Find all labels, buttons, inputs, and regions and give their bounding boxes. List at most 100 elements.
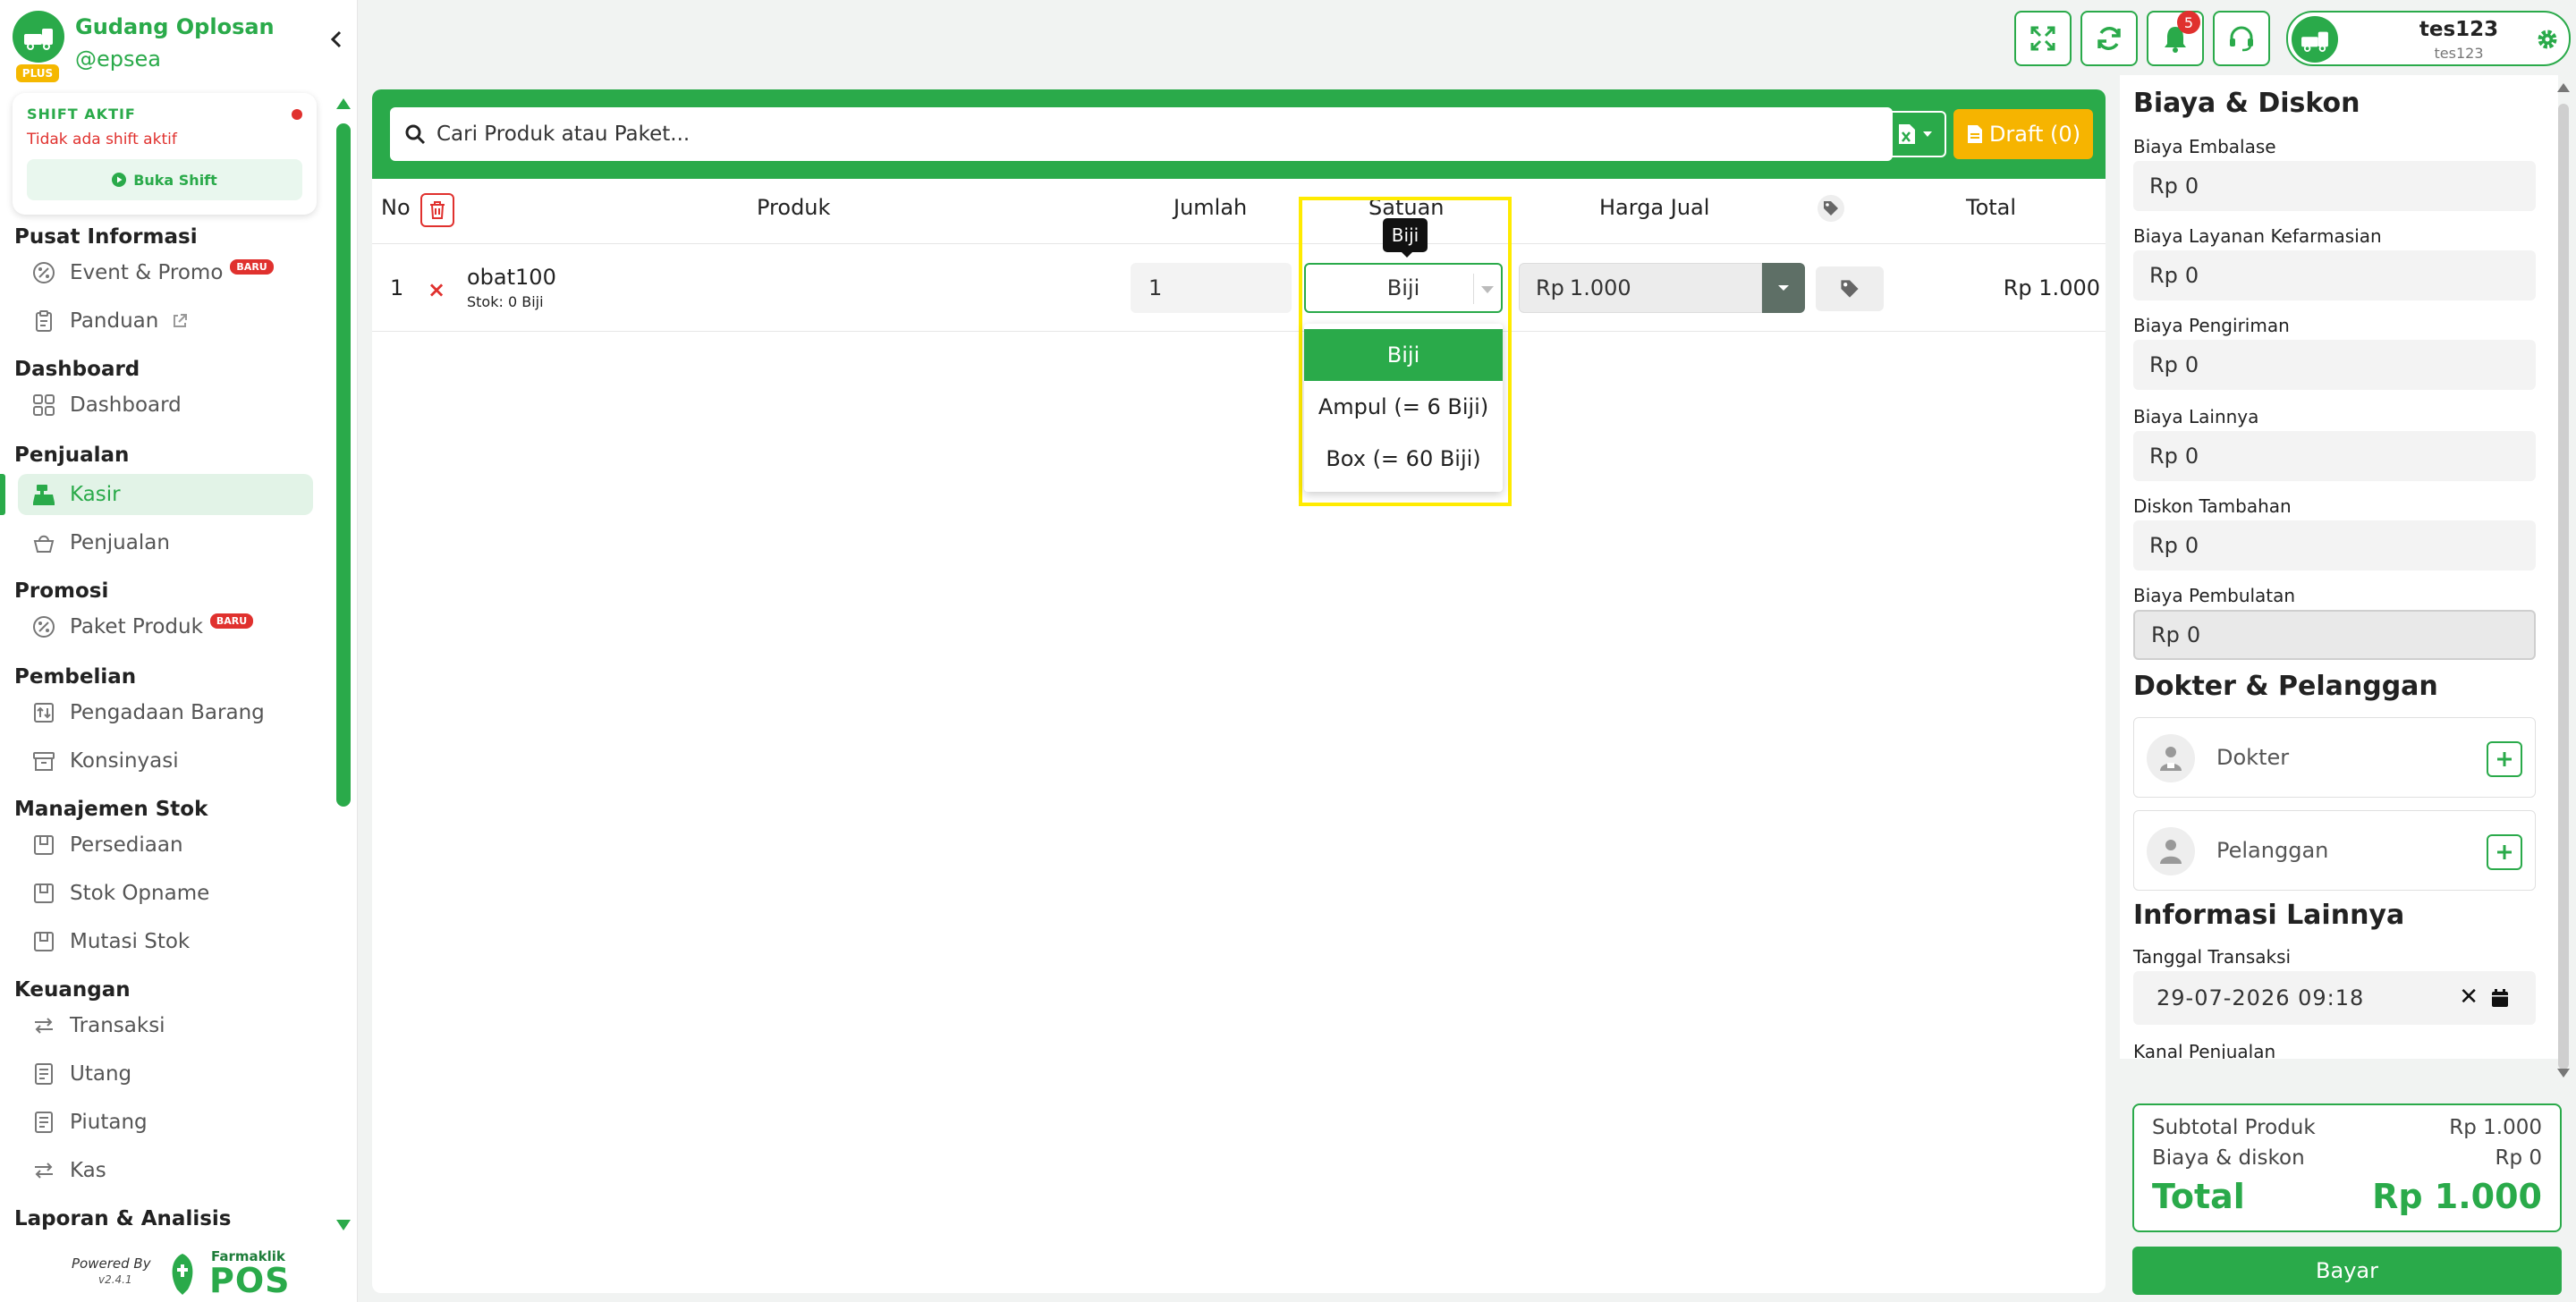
powered-by-text: Powered By	[72, 1256, 151, 1272]
currency-prefix: Rp	[2149, 263, 2178, 288]
nav-section-info: Pusat Informasi	[14, 225, 198, 249]
percent-icon	[30, 259, 57, 286]
basket-icon	[30, 529, 57, 556]
ledger-icon	[30, 1109, 57, 1136]
box-icon	[30, 928, 57, 955]
scroll-down-icon[interactable]	[2556, 1068, 2571, 1078]
notifications-button[interactable]: 5	[2147, 11, 2204, 66]
expand-icon	[2029, 25, 2056, 52]
sidebar-item-kasir[interactable]: Kasir	[18, 474, 313, 515]
sidebar-item-pengadaan-barang[interactable]: Pengadaan Barang	[18, 692, 313, 733]
scroll-down-icon[interactable]	[333, 1216, 354, 1234]
chevron-down-icon	[1922, 131, 1933, 138]
sidebar-scroll-thumb[interactable]	[336, 123, 351, 807]
farmaklik-logo-icon	[165, 1250, 200, 1297]
currency-prefix: Rp	[2149, 444, 2178, 469]
sidebar-item-stok-opname[interactable]: Stok Opname	[18, 873, 313, 914]
remove-item-button[interactable]: ×	[428, 277, 445, 302]
price-value: 1.000	[1569, 275, 1631, 300]
discount-tag-button[interactable]	[1816, 266, 1884, 311]
currency-prefix: Rp	[2149, 352, 2178, 377]
open-shift-button[interactable]: Buka Shift	[27, 159, 302, 200]
quantity-input[interactable]: 1	[1131, 263, 1292, 313]
scroll-up-icon[interactable]	[333, 95, 354, 113]
fees-title: Biaya & Diskon	[2133, 88, 2360, 119]
sidebar-item-event-promo[interactable]: Event & Promo BARU	[18, 252, 313, 293]
sidebar-item-dashboard[interactable]: Dashboard	[18, 385, 313, 426]
sidebar-item-persediaan[interactable]: Persediaan	[18, 824, 313, 866]
support-button[interactable]	[2213, 11, 2270, 66]
cashier-panel: Draft (0) No Produk Jumlah Satuan Harga …	[372, 89, 2106, 1293]
lainnya-input[interactable]: Rp 0	[2133, 431, 2536, 481]
external-link-icon	[171, 312, 189, 330]
sidebar-item-label: Paket Produk	[70, 615, 203, 638]
layanan-input[interactable]: Rp 0	[2133, 250, 2536, 300]
clear-date-icon[interactable]: ✕	[2459, 984, 2479, 1010]
sidebar-item-piutang[interactable]: Piutang	[18, 1102, 313, 1143]
col-header-no: No	[381, 195, 411, 220]
price-currency: Rp	[1536, 275, 1564, 300]
unit-option-ampul[interactable]: Ampul (= 6 Biji)	[1304, 381, 1503, 433]
collapse-sidebar-button[interactable]	[324, 25, 349, 54]
nav-section-keuangan: Keuangan	[14, 978, 131, 1002]
import-excel-button[interactable]	[1884, 111, 1946, 157]
pengiriman-label: Biaya Pengiriman	[2133, 315, 2290, 336]
shift-status-text: Tidak ada shift aktif	[27, 131, 177, 148]
pay-button[interactable]: Bayar	[2132, 1247, 2562, 1295]
unit-option-box[interactable]: Box (= 60 Biji)	[1304, 433, 1503, 485]
doctor-selector[interactable]: Dokter	[2133, 717, 2536, 798]
store-name: Gudang Oplosan	[75, 14, 275, 39]
customer-selector[interactable]: Pelanggan	[2133, 810, 2536, 891]
sidebar-scrollbar[interactable]	[333, 93, 354, 1238]
clear-all-button[interactable]	[420, 193, 454, 227]
search-field[interactable]	[390, 107, 1893, 161]
calendar-icon[interactable]	[2489, 987, 2511, 1009]
powered-by: Powered By v2.4.1 Farmaklik POS	[72, 1248, 340, 1300]
notification-count-badge: 5	[2177, 11, 2200, 34]
add-customer-button[interactable]	[2487, 834, 2522, 870]
sidebar-item-transaksi[interactable]: Transaksi	[18, 1005, 313, 1046]
refresh-button[interactable]	[2080, 11, 2138, 66]
pembulatan-label: Biaya Pembulatan	[2133, 585, 2296, 606]
cash-transfer-icon	[30, 1157, 57, 1184]
plus-icon	[2496, 843, 2513, 861]
right-scroll-thumb[interactable]	[2558, 104, 2569, 1070]
order-summary: Subtotal Produk Rp 1.000 Biaya & diskon …	[2132, 1103, 2562, 1232]
sidebar-item-label: Kasir	[70, 483, 121, 506]
nav-section-penjualan: Penjualan	[14, 444, 130, 467]
cash-register-icon	[30, 481, 57, 508]
scroll-up-icon[interactable]	[2556, 82, 2571, 93]
sidebar-item-konsinyasi[interactable]: Konsinyasi	[18, 740, 313, 782]
diskon-input[interactable]: Rp 0	[2133, 520, 2536, 571]
col-header-total: Total	[1966, 195, 2017, 220]
lainnya-label: Biaya Lainnya	[2133, 406, 2259, 427]
pengiriman-input[interactable]: Rp 0	[2133, 340, 2536, 390]
user-avatar	[2292, 16, 2338, 63]
ledger-icon	[30, 1061, 57, 1087]
user-subtitle: tes123	[2434, 45, 2484, 62]
sidebar-item-penjualan[interactable]: Penjualan	[18, 522, 313, 563]
sidebar-item-paket-produk[interactable]: Paket Produk BARU	[18, 606, 313, 647]
shift-card: SHIFT AKTIF Tidak ada shift aktif Buka S…	[13, 93, 317, 215]
right-panel-scrollbar[interactable]	[2555, 80, 2572, 1082]
draft-button[interactable]: Draft (0)	[1953, 109, 2093, 159]
fullscreen-button[interactable]	[2014, 11, 2072, 66]
shift-status-dot	[292, 109, 302, 120]
gear-icon[interactable]	[2537, 29, 2558, 50]
sidebar-item-mutasi-stok[interactable]: Mutasi Stok	[18, 921, 313, 962]
box-icon	[30, 832, 57, 858]
search-input[interactable]	[436, 123, 1868, 146]
transaction-date-input[interactable]: 29-07-2026 09:18 ✕	[2133, 971, 2536, 1025]
transaction-date-value: 29-07-2026 09:18	[2157, 985, 2365, 1010]
product-name: obat100	[467, 265, 556, 290]
price-input[interactable]: Rp 1.000	[1519, 263, 1762, 313]
sidebar-item-kas[interactable]: Kas	[18, 1150, 313, 1191]
sidebar-item-utang[interactable]: Utang	[18, 1053, 313, 1095]
sidebar-item-panduan[interactable]: Panduan	[18, 300, 313, 342]
add-doctor-button[interactable]	[2487, 741, 2522, 777]
unit-option-biji[interactable]: Biji	[1304, 329, 1503, 381]
user-menu[interactable]: tes123 tes123	[2286, 11, 2571, 66]
embalase-input[interactable]: Rp 0	[2133, 161, 2536, 211]
price-options-button[interactable]	[1762, 263, 1805, 313]
transfer-icon	[30, 1012, 57, 1039]
